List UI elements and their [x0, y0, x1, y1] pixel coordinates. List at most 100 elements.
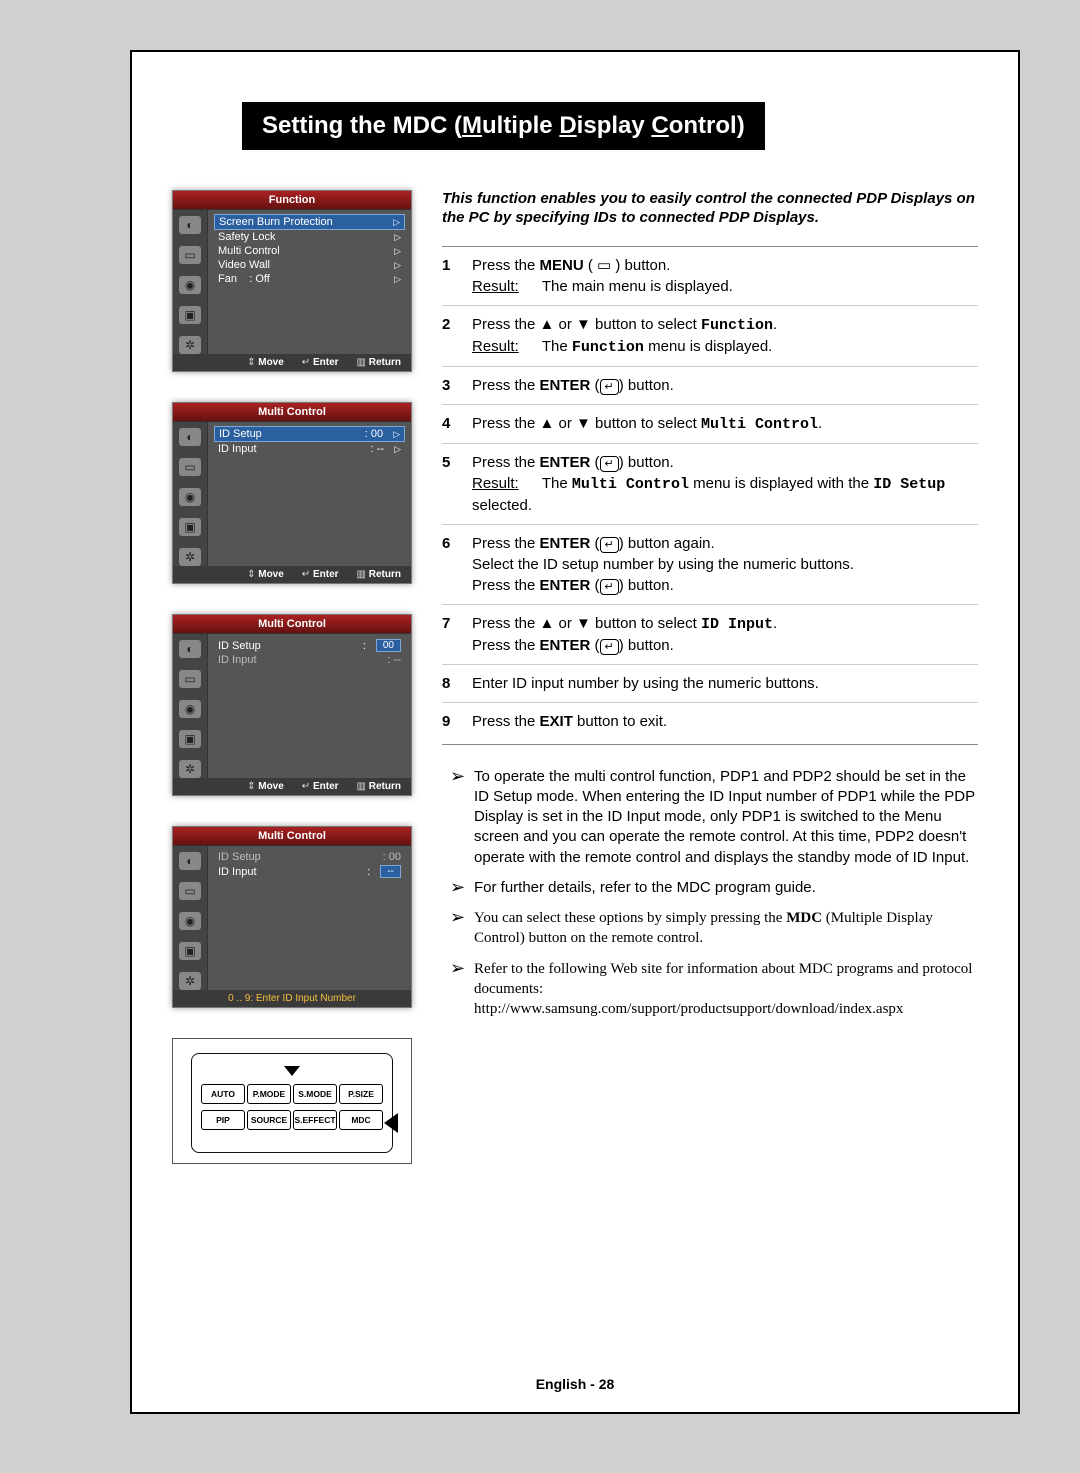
step: 1 Press the MENU ( ▭ ) button.Result: Th…: [442, 247, 978, 306]
osd-row: ID Setup: 00: [214, 850, 405, 864]
note: ➢ To operate the multi control function,…: [450, 767, 978, 868]
step-number: 7: [442, 613, 472, 656]
step: 3 Press the ENTER (↵) button.: [442, 367, 978, 405]
step-number: 5: [442, 452, 472, 516]
step-number: 1: [442, 255, 472, 297]
intro-text: This function enables you to easily cont…: [442, 190, 978, 228]
osd-row: ID Setup:00: [214, 638, 405, 653]
note: ➢ For further details, refer to the MDC …: [450, 878, 978, 898]
page-footer: English - 28: [536, 1376, 615, 1392]
note-text: Refer to the following Web site for info…: [474, 959, 978, 1020]
pip-icon: ▣: [179, 730, 201, 748]
osd-row: Fan : Off▷: [214, 272, 405, 286]
step-body: Press the ENTER (↵) button.: [472, 375, 978, 396]
osd-row: ID Input: --▷: [214, 442, 405, 456]
osd-row: Screen Burn Protection▷: [214, 214, 405, 230]
osd-footer: ⇕ Move ↵ Enter ▥ Return: [173, 778, 411, 795]
picture-icon: ◐: [179, 852, 201, 870]
step-number: 3: [442, 375, 472, 396]
osd-sidebar: ◐ ▭ ◉ ▣ ✲: [173, 422, 208, 566]
down-arrow-icon: [284, 1066, 300, 1076]
sound-icon: ◉: [179, 276, 201, 294]
step: 2 Press the ▲ or ▼ button to select Func…: [442, 306, 978, 367]
osd-title: Function: [173, 191, 411, 210]
remote-btn-seffect: S.EFFECT: [293, 1110, 337, 1130]
page-title: Setting the MDC (Multiple Display Contro…: [242, 102, 765, 150]
page: Setting the MDC (Multiple Display Contro…: [0, 0, 1080, 1454]
step-body: Press the ENTER (↵) button again.Select …: [472, 533, 978, 596]
osd-multicontrol-2: Multi Control ◐ ▭ ◉ ▣ ✲ ID Setup:00 ID I…: [172, 614, 412, 796]
osd-row: Safety Lock▷: [214, 230, 405, 244]
osd-list: Screen Burn Protection▷ Safety Lock▷ Mul…: [208, 210, 411, 354]
input-icon: ▭: [179, 670, 201, 688]
input-icon: ▭: [179, 246, 201, 264]
remote-btn-pmode: P.MODE: [247, 1084, 291, 1104]
input-icon: ▭: [179, 882, 201, 900]
step: 7 Press the ▲ or ▼ button to select ID I…: [442, 605, 978, 665]
remote-btn-pip: PIP: [201, 1110, 245, 1130]
osd-list: ID Setup: 00▷ ID Input: --▷: [208, 422, 411, 566]
step: 5 Press the ENTER (↵) button.Result: The…: [442, 444, 978, 525]
osd-row: ID Input: --: [214, 653, 405, 667]
remote-btn-mdc: MDC: [339, 1110, 383, 1130]
note-text: For further details, refer to the MDC pr…: [474, 878, 816, 898]
step: 9 Press the EXIT button to exit.: [442, 703, 978, 740]
step-body: Press the ▲ or ▼ button to select Functi…: [472, 314, 978, 358]
step-body: Press the MENU ( ▭ ) button.Result: The …: [472, 255, 978, 297]
step: 4 Press the ▲ or ▼ button to select Mult…: [442, 405, 978, 444]
left-column: Function ◐ ▭ ◉ ▣ ✲ Screen Burn Protectio…: [172, 190, 412, 1164]
remote-diagram: AUTO P.MODE S.MODE P.SIZE PIP SOURCE S.E…: [172, 1038, 412, 1164]
setup-icon: ✲: [179, 548, 201, 566]
step-body: Press the ▲ or ▼ button to select Multi …: [472, 413, 978, 435]
step-number: 4: [442, 413, 472, 435]
sound-icon: ◉: [179, 912, 201, 930]
step: 6 Press the ENTER (↵) button again.Selec…: [442, 525, 978, 605]
osd-row: ID Input:--: [214, 864, 405, 879]
osd-sidebar: ◐ ▭ ◉ ▣ ✲: [173, 634, 208, 778]
note-text: You can select these options by simply p…: [474, 908, 978, 949]
step-number: 8: [442, 673, 472, 694]
picture-icon: ◐: [179, 640, 201, 658]
osd-row: Multi Control▷: [214, 244, 405, 258]
picture-icon: ◐: [179, 216, 201, 234]
setup-icon: ✲: [179, 760, 201, 778]
remote-btn-source: SOURCE: [247, 1110, 291, 1130]
remote-row: PIP SOURCE S.EFFECT MDC: [200, 1110, 384, 1130]
remote-btn-auto: AUTO: [201, 1084, 245, 1104]
osd-footer: 0 .. 9: Enter ID Input Number: [173, 990, 411, 1007]
input-icon: ▭: [179, 458, 201, 476]
note-arrow-icon: ➢: [450, 767, 474, 868]
right-column: This function enables you to easily cont…: [442, 190, 978, 1164]
step-body: Press the ▲ or ▼ button to select ID Inp…: [472, 613, 978, 656]
result-label: Result:: [472, 473, 530, 494]
step-number: 2: [442, 314, 472, 358]
note-arrow-icon: ➢: [450, 959, 474, 1020]
pip-icon: ▣: [179, 518, 201, 536]
osd-title: Multi Control: [173, 827, 411, 846]
page-inner: Setting the MDC (Multiple Display Contro…: [130, 50, 1020, 1414]
picture-icon: ◐: [179, 428, 201, 446]
note-arrow-icon: ➢: [450, 908, 474, 949]
result-label: Result:: [472, 276, 530, 297]
osd-multicontrol-1: Multi Control ◐ ▭ ◉ ▣ ✲ ID Setup: 00▷ ID…: [172, 402, 412, 584]
step-body: Press the EXIT button to exit.: [472, 711, 978, 732]
pip-icon: ▣: [179, 942, 201, 960]
osd-sidebar: ◐ ▭ ◉ ▣ ✲: [173, 210, 208, 354]
sound-icon: ◉: [179, 488, 201, 506]
step-body: Enter ID input number by using the numer…: [472, 673, 978, 694]
notes-block: ➢ To operate the multi control function,…: [442, 744, 978, 1020]
note: ➢ Refer to the following Web site for in…: [450, 959, 978, 1020]
note-arrow-icon: ➢: [450, 878, 474, 898]
osd-footer: ⇕ Move ↵ Enter ▥ Return: [173, 566, 411, 583]
pip-icon: ▣: [179, 306, 201, 324]
setup-icon: ✲: [179, 972, 201, 990]
remote-btn-psize: P.SIZE: [339, 1084, 383, 1104]
step-number: 6: [442, 533, 472, 596]
osd-title: Multi Control: [173, 615, 411, 634]
osd-row: ID Setup: 00▷: [214, 426, 405, 442]
step-body: Press the ENTER (↵) button.Result: The M…: [472, 452, 978, 516]
osd-row: Video Wall▷: [214, 258, 405, 272]
sound-icon: ◉: [179, 700, 201, 718]
osd-sidebar: ◐ ▭ ◉ ▣ ✲: [173, 846, 208, 990]
indicator-arrow-icon: [384, 1113, 398, 1133]
